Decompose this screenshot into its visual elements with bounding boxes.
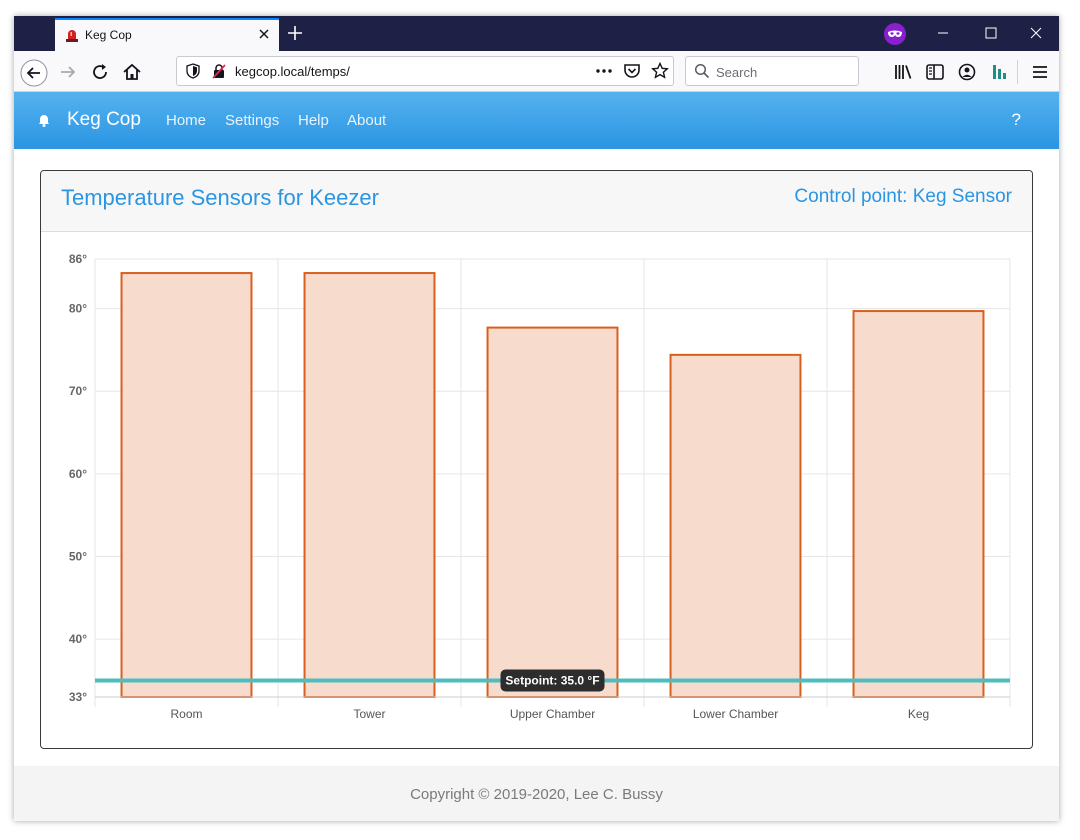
nav-link-settings[interactable]: Settings xyxy=(225,112,279,129)
minimize-icon[interactable] xyxy=(932,22,954,44)
menu-icon[interactable] xyxy=(1028,60,1052,84)
y-tick-label: 80° xyxy=(69,302,87,316)
bar-lower-chamber[interactable] xyxy=(669,353,802,699)
back-icon[interactable] xyxy=(20,59,48,87)
account-icon[interactable] xyxy=(955,60,979,84)
card-header: Temperature Sensors for Keezer Control p… xyxy=(41,171,1032,232)
temperature-bar-chart: 33° 40° 50° 60° 70° 80° 86° Room Tower Upper Cham… xyxy=(69,252,1011,721)
app-brand[interactable]: Keg Cop xyxy=(67,109,141,131)
tab-title: Keg Cop xyxy=(85,28,132,42)
window-close-icon[interactable] xyxy=(1025,22,1047,44)
tab-strip: Keg Cop xyxy=(14,16,1059,51)
footer: Copyright © 2019-2020, Lee C. Bussy xyxy=(14,766,1059,821)
bar-upper-chamber[interactable] xyxy=(486,326,619,699)
library-icon[interactable] xyxy=(891,60,915,84)
navigation-toolbar: kegcop.local/temps/ xyxy=(14,51,1059,92)
plus-icon[interactable] xyxy=(284,22,306,44)
siren-favicon xyxy=(66,30,78,42)
search-input[interactable] xyxy=(714,62,858,82)
app-navbar: Keg Cop Home Settings Help About ? xyxy=(14,92,1059,149)
bar-room[interactable] xyxy=(120,272,253,699)
shield-icon[interactable] xyxy=(185,63,201,79)
setpoint-label: Setpoint: 35.0 °F xyxy=(505,673,599,687)
close-icon[interactable] xyxy=(255,25,273,43)
search-icon xyxy=(694,63,710,79)
reload-icon[interactable] xyxy=(88,60,112,84)
forward-icon[interactable] xyxy=(56,60,80,84)
y-tick-label: 70° xyxy=(69,384,87,398)
home-icon[interactable] xyxy=(120,60,144,84)
chart-bars xyxy=(120,272,985,699)
card-title: Temperature Sensors for Keezer xyxy=(61,185,379,210)
x-tick-label: Lower Chamber xyxy=(693,707,778,721)
url-text[interactable]: kegcop.local/temps/ xyxy=(235,64,350,79)
x-tick-label: Upper Chamber xyxy=(510,707,595,721)
y-tick-label: 40° xyxy=(69,632,87,646)
more-icon[interactable] xyxy=(595,63,613,79)
x-tick-label: Keg xyxy=(908,707,929,721)
footer-copyright: Copyright © 2019-2020, Lee C. Bussy xyxy=(410,786,663,803)
extension-icon[interactable] xyxy=(987,60,1011,84)
control-point-label: Control point: Keg Sensor xyxy=(794,186,1012,207)
search-bar[interactable] xyxy=(685,56,859,86)
x-tick-label: Tower xyxy=(353,707,385,721)
y-tick-label: 60° xyxy=(69,467,87,481)
bell-icon xyxy=(39,115,49,127)
sidebar-icon[interactable] xyxy=(923,60,947,84)
browser-window: Keg Cop kegcop.local/temps/ Search Keg C… xyxy=(14,16,1059,821)
bookmark-star-icon[interactable] xyxy=(651,62,669,80)
maximize-icon[interactable] xyxy=(980,22,1002,44)
insecure-lock-icon[interactable] xyxy=(211,63,227,79)
x-tick-label: Room xyxy=(170,707,202,721)
nav-link-help[interactable]: Help xyxy=(298,112,329,129)
bar-tower[interactable] xyxy=(303,272,436,699)
private-mask-icon xyxy=(884,23,906,45)
help-button[interactable]: ? xyxy=(1012,110,1021,130)
pocket-icon[interactable] xyxy=(623,62,641,80)
nav-link-home[interactable]: Home xyxy=(166,112,206,129)
nav-link-about[interactable]: About xyxy=(347,112,386,129)
y-tick-label: 86° xyxy=(69,252,87,266)
temperature-card: Temperature Sensors for Keezer Control p… xyxy=(40,170,1033,749)
url-bar[interactable]: kegcop.local/temps/ xyxy=(176,56,674,86)
browser-tab[interactable]: Keg Cop xyxy=(55,18,279,51)
toolbar-divider xyxy=(1017,60,1018,84)
y-tick-label: 50° xyxy=(69,550,87,564)
y-tick-label: 33° xyxy=(69,690,87,704)
bar-keg[interactable] xyxy=(852,310,985,698)
